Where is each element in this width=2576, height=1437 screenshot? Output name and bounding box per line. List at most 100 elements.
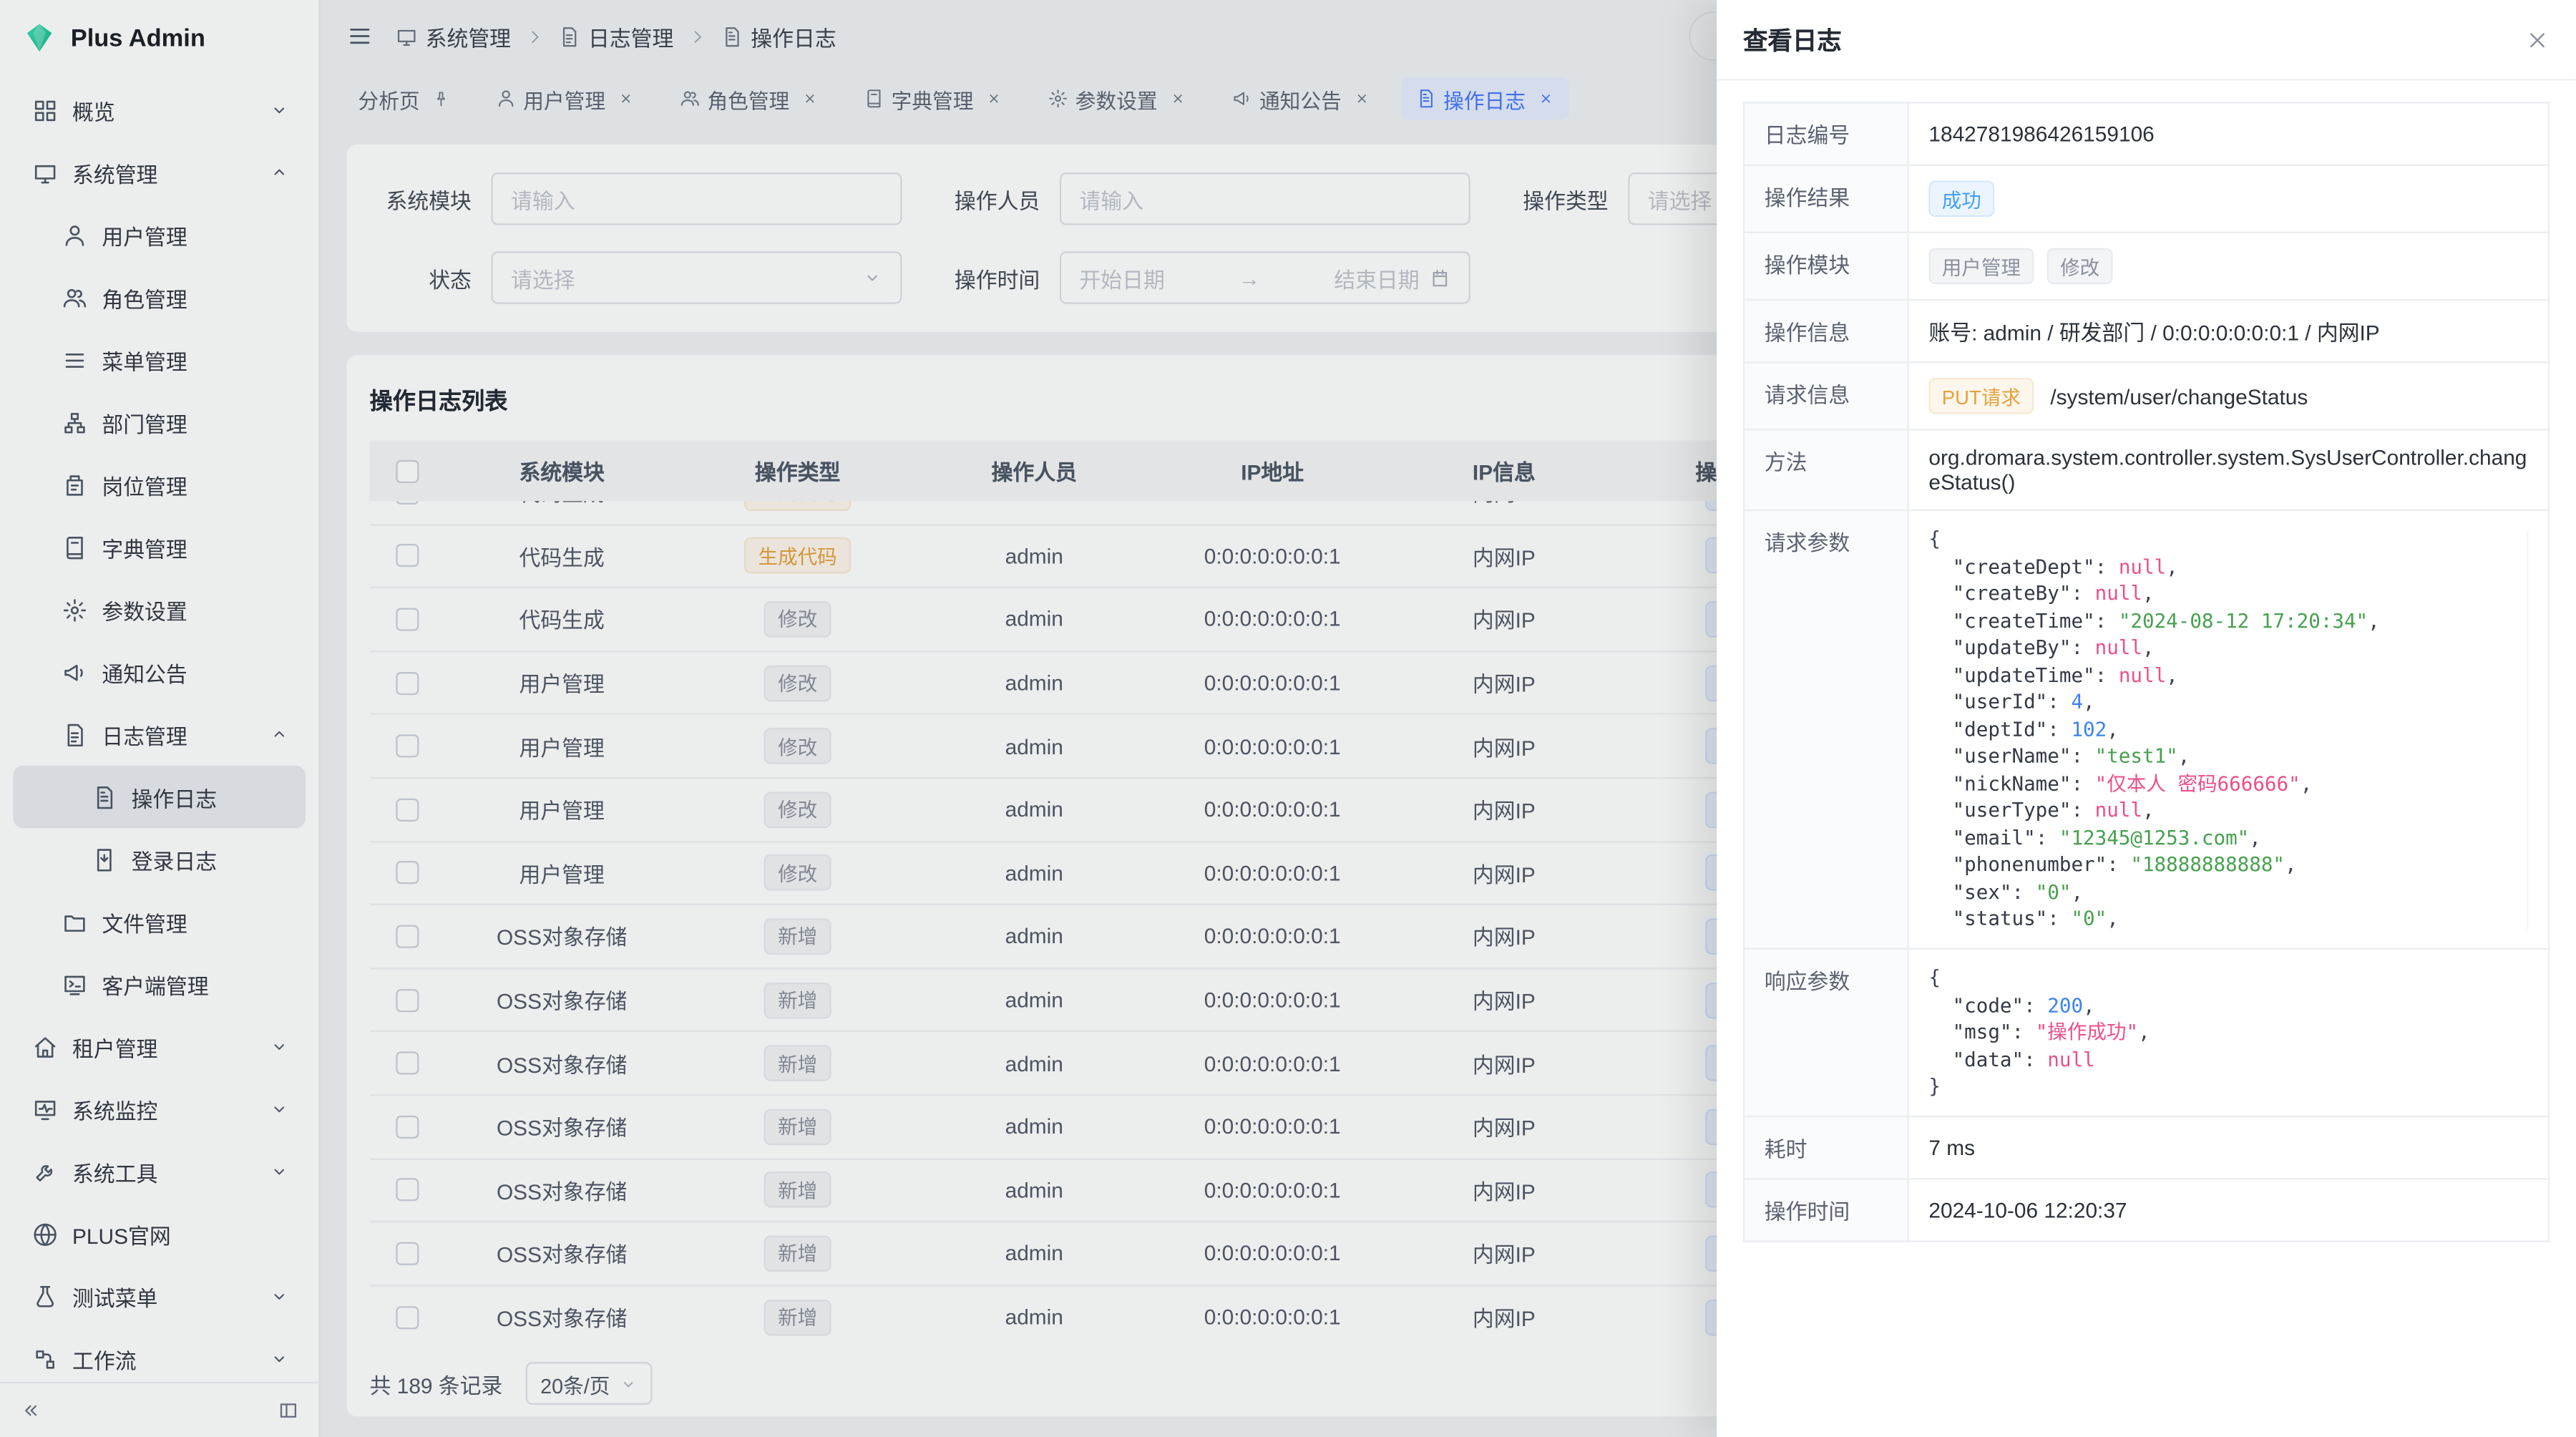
code-token: , [2138,1020,2150,1043]
code-token: "status" [1953,907,2048,930]
code-token: : [2024,993,2047,1016]
code-token: "phonenumber" [1953,853,2107,876]
code-token: "userName" [1953,744,2072,767]
json-code: { "code": 200, "msg": "操作成功", "data": nu… [1928,965,2528,1100]
code-token [1928,907,1952,930]
detail-value-result: 成功 [1908,165,2549,233]
code-token: "nickName" [1953,771,2072,794]
code-token: { [1928,966,1941,989]
drawer-overlay[interactable] [0,0,1717,1437]
detail-row-module: 操作模块用户管理修改 [1744,233,2549,300]
code-token: "createDept" [1953,555,2095,578]
code-token: : [2095,609,2119,632]
code-token: null [2119,663,2166,686]
code-token: , [2249,826,2261,849]
detail-label: 请求信息 [1744,362,1908,429]
code-token: , [2285,853,2297,876]
code-token: null [2095,582,2142,605]
code-token: 4 [2071,690,2083,713]
code-token [1928,993,1952,1016]
code-token: , [2107,907,2119,930]
code-token: "createBy" [1953,582,2072,605]
detail-value-request-info: PUT请求/system/user/changeStatus [1908,362,2549,429]
code-token [1928,717,1952,740]
code-token: "userType" [1953,799,2072,822]
code-token: : [2047,907,2071,930]
detail-value-request-params: { "createDept": null, "createBy": null, … [1908,510,2549,949]
code-token: : [2071,744,2094,767]
code-token: , [2142,799,2155,822]
close-drawer-button[interactable] [2525,27,2550,52]
code-block-request-params: { "createDept": null, "createBy": null, … [1928,526,2528,933]
drawer-title: 查看日志 [1743,22,1842,57]
tag: 成功 [1928,181,1994,218]
code-token: : [2071,799,2094,822]
detail-row-log-id: 日志编号1842781986426159106 [1744,102,2549,165]
code-token: "code" [1953,993,2024,1016]
code-token: 102 [2071,717,2107,740]
code-token: , [2071,880,2083,902]
detail-row-method: 方法org.dromara.system.controller.system.S… [1744,429,2549,510]
code-token: "18888888888" [2130,853,2285,876]
detail-row-result: 操作结果成功 [1744,165,2549,233]
code-token: , [2083,993,2095,1016]
code-token: : [2012,1020,2036,1043]
code-token: "仅本人 密码666666" [2095,771,2301,794]
code-token: : [2071,636,2094,659]
code-block-response-params: { "code": 200, "msg": "操作成功", "data": nu… [1928,965,2528,1100]
log-detail-table: 日志编号1842781986426159106操作结果成功操作模块用户管理修改操… [1743,102,2550,1241]
code-token [1928,880,1952,902]
code-token: null [2119,555,2166,578]
code-token: "0" [2071,907,2107,930]
code-token: , [2368,609,2380,632]
code-token: , [2142,582,2155,605]
code-token: "data" [1953,1048,2024,1071]
code-token: "msg" [1953,1020,2012,1043]
code-token: 200 [2047,993,2083,1016]
detail-row-response-params: 响应参数{ "code": 200, "msg": "操作成功", "data"… [1744,949,2549,1116]
code-token: , [2301,771,2313,794]
detail-label: 耗时 [1744,1116,1908,1178]
detail-label: 操作信息 [1744,300,1908,362]
code-token: : [2047,717,2071,740]
detail-row-oper-time: 操作时间2024-10-06 12:20:37 [1744,1178,2549,1240]
detail-row-request-info: 请求信息 PUT请求/system/user/changeStatus [1744,362,2549,429]
detail-label: 方法 [1744,429,1908,510]
code-token: "test1" [2095,744,2178,767]
code-token: : [2071,582,2094,605]
code-token: : [2095,555,2119,578]
code-token: : [2036,826,2059,849]
tag-text-group: PUT请求/system/user/changeStatus [1928,378,2528,414]
detail-label: 日志编号 [1744,102,1908,165]
code-token: "email" [1953,826,2036,849]
code-token [1928,582,1952,605]
code-token: , [2142,636,2155,659]
tag-group: 用户管理修改 [1928,248,2528,285]
code-token: null [2095,636,2142,659]
code-token: "createTime" [1953,609,2095,632]
detail-label: 操作时间 [1744,1178,1908,1240]
code-token: "12345@1253.com" [2059,826,2249,849]
code-token: "操作成功" [2036,1020,2138,1043]
tag: PUT请求 [1928,378,2034,414]
code-token: : [2024,1048,2047,1071]
code-token [1928,636,1952,659]
detail-label: 操作模块 [1744,233,1908,300]
code-token [1928,1048,1952,1071]
code-scrollbar[interactable] [2527,526,2528,933]
code-token: "sex" [1953,880,2012,902]
code-token: : [2095,663,2119,686]
code-token: "2024-08-12 17:20:34" [2119,609,2368,632]
drawer-body: 日志编号1842781986426159106操作结果成功操作模块用户管理修改操… [1717,80,2576,1437]
code-token: : [2047,690,2071,713]
code-token: : [2071,771,2094,794]
request-url: /system/user/changeStatus [2050,384,2308,408]
code-token: , [2083,690,2095,713]
code-token [1928,826,1952,849]
code-token: "userId" [1953,690,2048,713]
code-token: null [2047,1048,2094,1071]
code-token: null [2095,799,2142,822]
code-token [1928,799,1952,822]
drawer-header: 查看日志 [1717,0,2576,80]
code-token: "0" [2036,880,2072,902]
